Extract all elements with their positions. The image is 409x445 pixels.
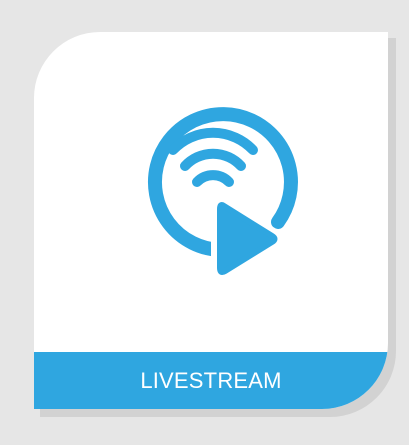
- livestream-tile[interactable]: LIVESTREAM: [34, 32, 388, 409]
- wifi-arc-inner: [192, 170, 234, 187]
- wifi-arc-outer: [168, 127, 258, 155]
- tile-label: LIVESTREAM: [140, 367, 282, 393]
- livestream-icon: [147, 107, 298, 282]
- icon-area: [34, 32, 388, 352]
- label-bar: LIVESTREAM: [34, 352, 388, 409]
- wifi-arc-middle: [180, 148, 246, 171]
